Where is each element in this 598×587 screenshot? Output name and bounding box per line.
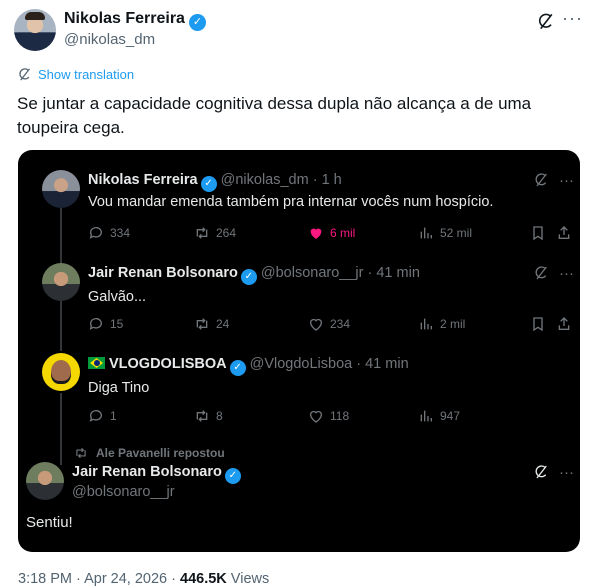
- post-text: Vou mandar emenda também pra internar vo…: [88, 194, 494, 210]
- more-options-icon[interactable]: ···: [559, 172, 574, 189]
- verified-badge-icon: ✓: [240, 269, 257, 285]
- grok-icon[interactable]: [533, 172, 549, 188]
- views-icon: [420, 410, 432, 422]
- heart-icon: [310, 410, 322, 423]
- share-icon: [558, 317, 570, 330]
- tweet-header: Nikolas Ferreira ✓ @nikolas_dm ···: [0, 0, 598, 60]
- grok-translate-icon: [19, 68, 30, 81]
- reply-icon: [89, 410, 102, 422]
- show-translation-label: Show translation: [38, 67, 135, 82]
- repost-icon: [196, 410, 208, 422]
- author-avatar[interactable]: [14, 9, 56, 51]
- post-actions: 334 264 6 mil 52 mil: [88, 225, 570, 243]
- share-icon: [558, 226, 570, 239]
- verified-badge-icon: ✓: [229, 360, 246, 376]
- reply-button[interactable]: 334: [88, 225, 130, 241]
- bookmark-button[interactable]: [530, 225, 546, 241]
- tweet-text: Se juntar a capacidade cognitiva dessa d…: [17, 94, 532, 137]
- reply-button[interactable]: 15: [88, 316, 123, 332]
- repost-button[interactable]: 8: [194, 408, 223, 424]
- views-label: Views: [226, 571, 270, 587]
- share-button[interactable]: [556, 316, 572, 332]
- grok-icon[interactable]: [536, 12, 555, 31]
- repost-notice-label: Ale Pavanelli repostou: [96, 446, 225, 460]
- post-author[interactable]: Nikolas Ferreira ✓ @nikolas_dm · 1 h: [88, 172, 342, 192]
- verified-badge-icon: ✓: [188, 14, 206, 31]
- views-button[interactable]: 947: [418, 408, 460, 424]
- verified-badge-icon: ✓: [224, 468, 241, 484]
- post-text: Diga Tino: [88, 380, 150, 396]
- heart-filled-icon: [310, 228, 322, 239]
- repost-button[interactable]: 24: [194, 316, 229, 332]
- grok-icon[interactable]: [533, 265, 549, 281]
- verified-badge-icon: ✓: [200, 176, 217, 192]
- post-author[interactable]: VLOGDOLISBOA ✓ @VlogdoLisboa · 41 min: [88, 356, 409, 376]
- thread-line: [60, 206, 62, 266]
- author-name[interactable]: Nikolas Ferreira ✓: [64, 10, 206, 31]
- bookmark-button[interactable]: [530, 316, 546, 332]
- post-author[interactable]: Jair Renan Bolsonaro ✓ @bolsonaro__jr · 41…: [88, 265, 420, 285]
- repost-icon: [76, 447, 86, 459]
- post-author[interactable]: Jair Renan Bolsonaro ✓: [72, 464, 245, 484]
- bookmark-icon: [533, 317, 543, 332]
- thread-line: [60, 301, 62, 351]
- post-actions: 1 8 118 947: [88, 408, 568, 426]
- post-actions: 15 24 234 2 mil: [88, 316, 570, 334]
- like-button[interactable]: 234: [308, 316, 350, 332]
- more-options-icon[interactable]: ···: [559, 265, 574, 282]
- repost-notice: Ale Pavanelli repostou: [74, 446, 225, 460]
- tweet-timestamp[interactable]: 3:18 PM · Apr 24, 2026 ·: [18, 571, 180, 587]
- share-button[interactable]: [556, 225, 572, 241]
- tweet-footer: 3:18 PM · Apr 24, 2026 · 446.5K Views: [18, 571, 269, 587]
- post-text: Galvão...: [88, 289, 147, 305]
- post-avatar[interactable]: [26, 462, 64, 500]
- post-avatar[interactable]: [42, 263, 80, 301]
- post-text: Sentiu!: [26, 514, 73, 531]
- brazil-flag-icon: [88, 357, 105, 369]
- like-button[interactable]: 6 mil: [308, 225, 355, 241]
- show-translation-link[interactable]: Show translation: [17, 67, 134, 82]
- views-button[interactable]: 52 mil: [418, 225, 472, 241]
- post-handle[interactable]: @bolsonaro__jr: [72, 484, 175, 500]
- views-button[interactable]: 2 mil: [418, 316, 465, 332]
- heart-icon: [310, 318, 322, 331]
- reply-button[interactable]: 1: [88, 408, 117, 424]
- reply-icon: [89, 227, 102, 239]
- repost-icon: [196, 227, 208, 239]
- more-options-icon[interactable]: ···: [562, 8, 583, 29]
- like-button[interactable]: 118: [308, 408, 349, 424]
- views-icon: [420, 318, 432, 330]
- post-avatar[interactable]: [42, 353, 80, 391]
- thread-line: [60, 393, 62, 465]
- repost-icon: [196, 318, 208, 330]
- reply-icon: [89, 318, 102, 330]
- post-avatar[interactable]: [42, 170, 80, 208]
- author-handle[interactable]: @nikolas_dm: [64, 31, 155, 48]
- bookmark-icon: [533, 226, 543, 241]
- more-options-icon[interactable]: ···: [559, 464, 574, 481]
- embedded-screenshot[interactable]: Nikolas Ferreira ✓ @nikolas_dm · 1 h Vou m…: [18, 150, 580, 552]
- views-count: 446.5K: [180, 571, 227, 587]
- repost-button[interactable]: 264: [194, 225, 236, 241]
- grok-icon[interactable]: [533, 464, 549, 480]
- views-icon: [420, 227, 432, 239]
